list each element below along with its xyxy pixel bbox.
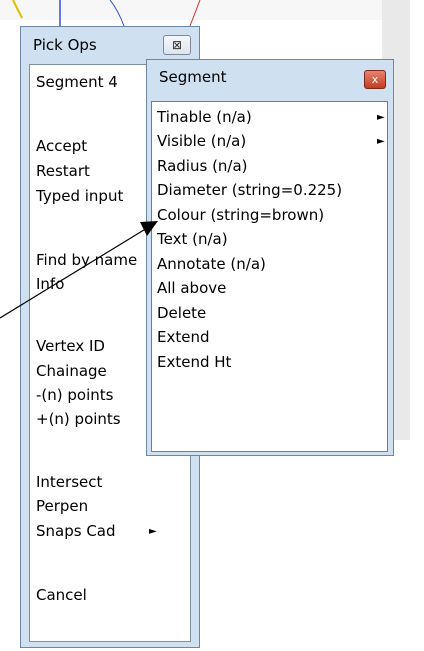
callout-arrow bbox=[0, 221, 158, 319]
